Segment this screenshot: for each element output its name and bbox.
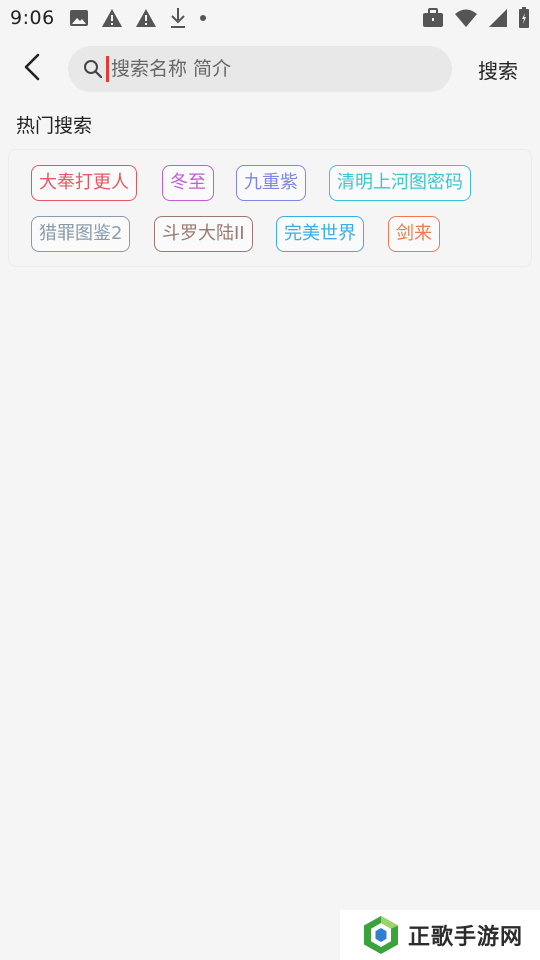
watermark-text: 正歌手游网 — [408, 925, 524, 950]
dot-icon — [199, 14, 207, 22]
warning-icon — [101, 8, 123, 28]
watermark: 正歌手游网 — [340, 910, 540, 960]
hot-tag[interactable]: 剑来 — [388, 216, 440, 252]
signal-icon — [488, 8, 508, 28]
hot-tag[interactable]: 冬至 — [162, 165, 214, 201]
status-notification-icons — [69, 7, 207, 29]
text-cursor — [106, 56, 109, 82]
hot-search-tags: 大奉打更人 冬至 九重紫 清明上河图密码 猎罪图鉴2 斗罗大陆II 完美世界 剑… — [8, 149, 532, 267]
wifi-icon — [454, 8, 478, 28]
hot-tag[interactable]: 完美世界 — [276, 216, 364, 252]
battery-icon — [518, 7, 530, 29]
hot-tag[interactable]: 猎罪图鉴2 — [31, 216, 131, 252]
search-header: 搜索 — [0, 44, 540, 94]
briefcase-icon — [422, 8, 444, 28]
image-icon — [69, 9, 89, 27]
back-button[interactable] — [8, 45, 56, 93]
search-icon — [82, 58, 104, 80]
hot-tag[interactable]: 斗罗大陆II — [154, 216, 253, 252]
search-input[interactable] — [111, 46, 452, 92]
download-icon — [169, 7, 187, 29]
hot-tag[interactable]: 清明上河图密码 — [329, 165, 471, 201]
hot-tag[interactable]: 九重紫 — [236, 165, 306, 201]
hot-tag[interactable]: 大奉打更人 — [31, 165, 137, 201]
hexagon-logo-icon — [360, 914, 402, 956]
status-bar: 9:06 — [0, 0, 540, 36]
search-box[interactable] — [68, 46, 452, 92]
warning-icon — [135, 8, 157, 28]
status-system-icons — [422, 7, 530, 29]
chevron-left-icon — [22, 53, 42, 85]
status-time: 9:06 — [10, 7, 55, 29]
hot-search-title: 热门搜索 — [16, 115, 93, 137]
screen: 9:06 搜索名称 简介 搜索 热门搜索 大奉打更人 冬至 九重紫 清明上河图密… — [0, 0, 540, 960]
search-button[interactable]: 搜索 — [478, 55, 518, 84]
